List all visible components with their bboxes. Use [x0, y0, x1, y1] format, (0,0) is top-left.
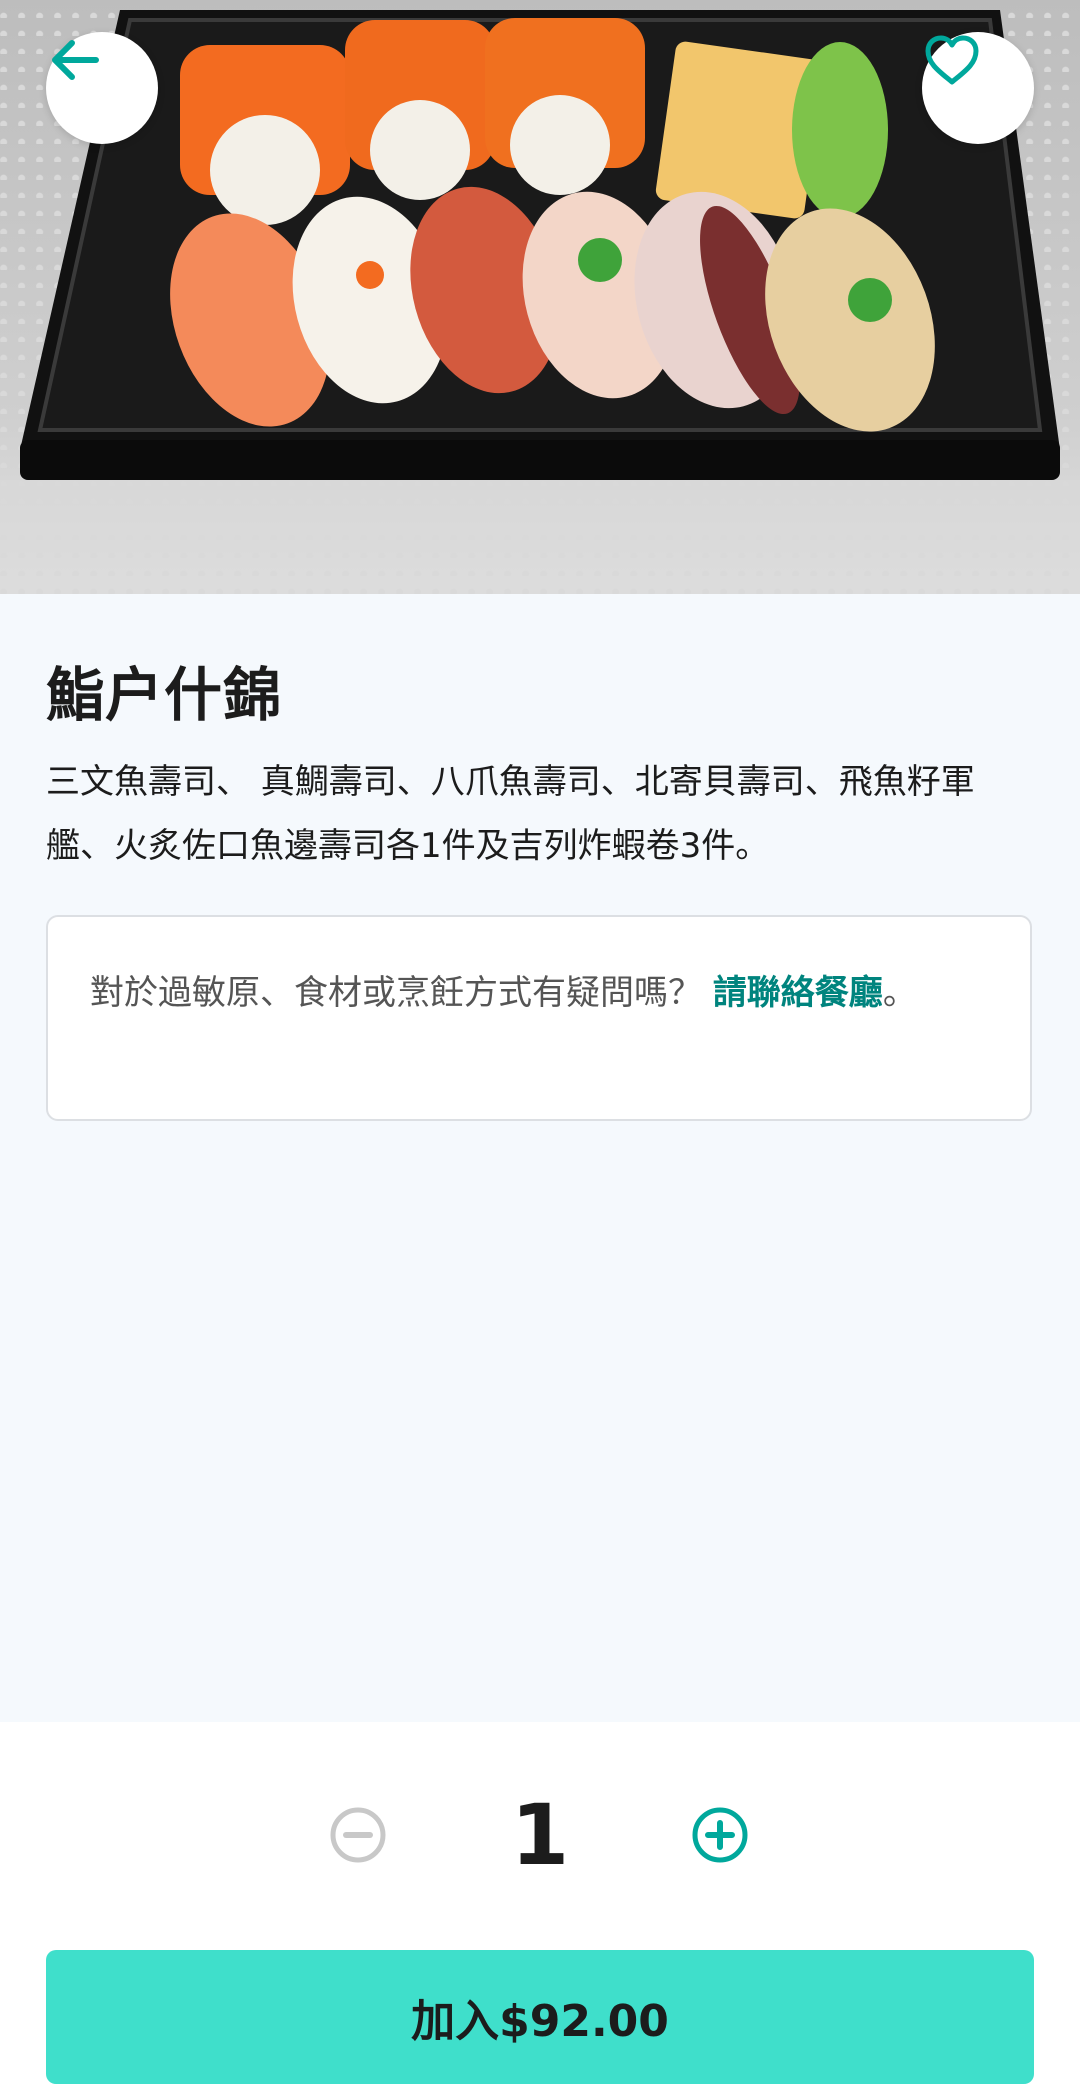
favorite-button[interactable]: [922, 32, 1034, 144]
allergy-question: 對於過敏原、食材或烹飪方式有疑問嗎？: [90, 973, 702, 1013]
back-button[interactable]: [46, 32, 158, 144]
allergy-info-box: 對於過敏原、食材或烹飪方式有疑問嗎？ 請聯絡餐廳。: [46, 915, 1032, 1121]
minus-circle-icon: [330, 1807, 386, 1863]
increase-quantity-button[interactable]: [690, 1805, 750, 1865]
sushi-platter-illustration: [0, 10, 1080, 594]
dish-title: 鮨户什錦: [46, 661, 283, 729]
add-to-cart-button[interactable]: 加入$92.00: [46, 1950, 1034, 2084]
dish-description: 三文魚壽司、 真鯛壽司、八爪魚壽司、北寄貝壽司、飛魚籽軍艦、火炙佐口魚邊壽司各1…: [46, 762, 975, 866]
plus-circle-icon: [692, 1807, 748, 1863]
arrow-left-icon: [52, 40, 99, 80]
contact-restaurant-link[interactable]: 請聯絡餐廳: [713, 973, 883, 1013]
quantity-value: 1: [510, 1786, 570, 1884]
dish-photo: [0, 0, 1080, 594]
heart-icon: [925, 35, 979, 85]
allergy-suffix: 。: [882, 973, 917, 1013]
decrease-quantity-button[interactable]: [328, 1805, 388, 1865]
